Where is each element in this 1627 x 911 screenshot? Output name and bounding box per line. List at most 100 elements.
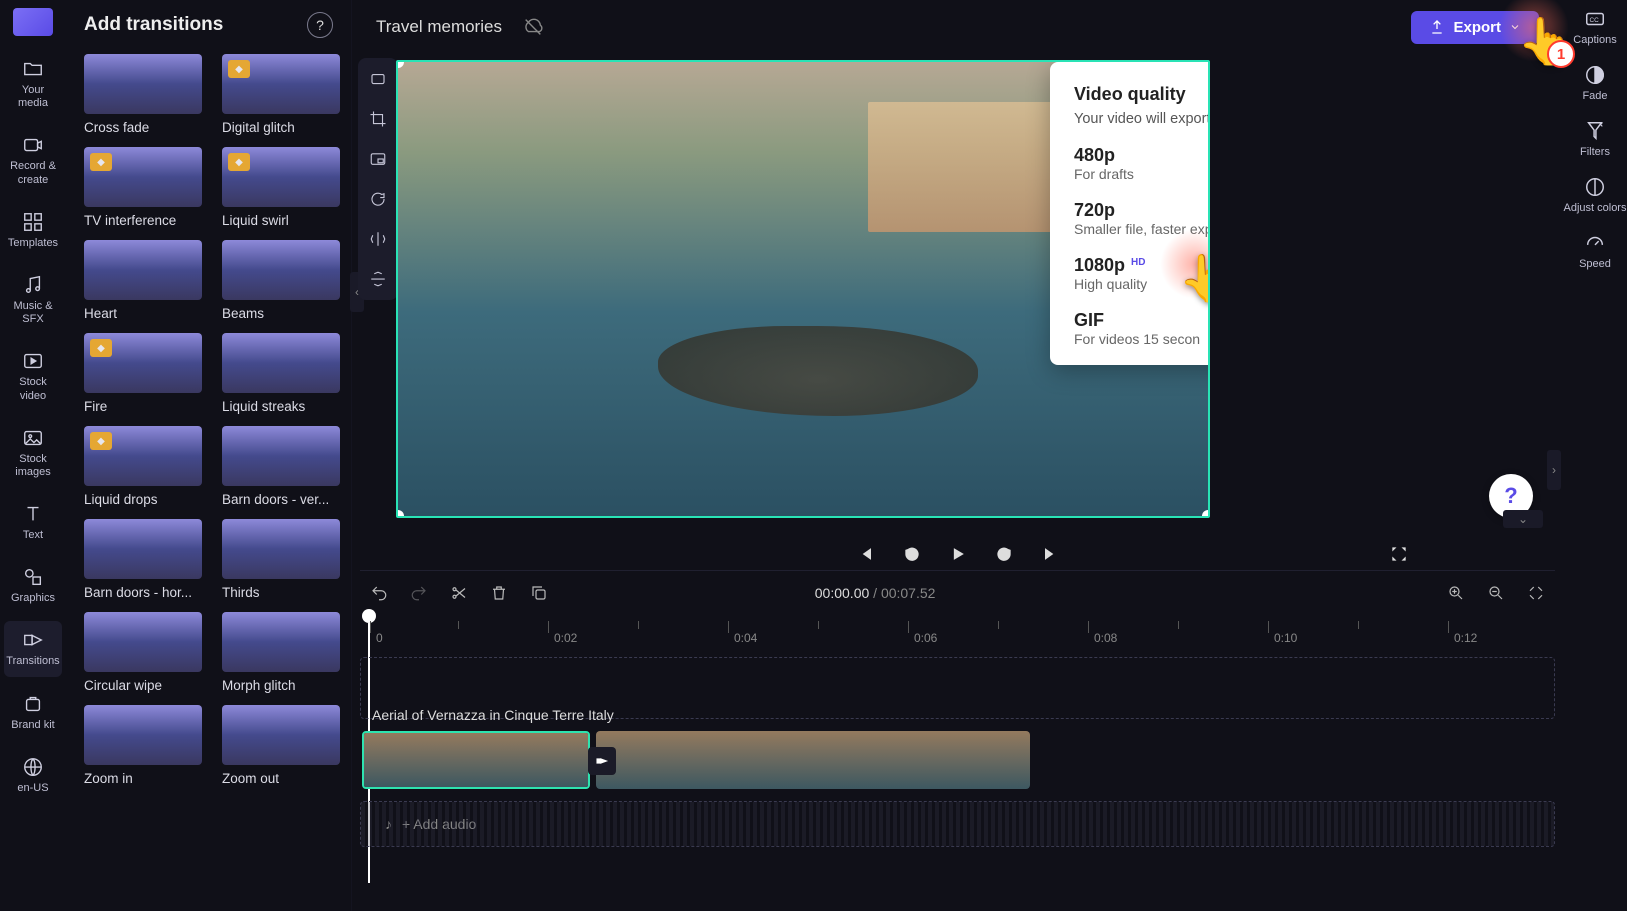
quality-option-1080p[interactable]: 1080pHD High quality 👆 2 bbox=[1074, 255, 1210, 292]
transition-label: Thirds bbox=[222, 585, 340, 600]
playhead[interactable] bbox=[362, 609, 376, 623]
ruler-label: 0:08 bbox=[1094, 631, 1117, 645]
play-icon[interactable] bbox=[948, 544, 968, 564]
transition-item[interactable]: Morph glitch bbox=[222, 612, 340, 693]
rr-adjust-colors[interactable]: Adjust colors bbox=[1564, 176, 1627, 214]
premium-badge-icon: ◆ bbox=[90, 432, 112, 450]
transition-item[interactable]: Zoom out bbox=[222, 705, 340, 786]
rr-filters[interactable]: Filters bbox=[1580, 120, 1610, 158]
rail-templates[interactable]: Templates bbox=[4, 203, 62, 258]
transition-thumb bbox=[222, 426, 340, 486]
rr-speed[interactable]: Speed bbox=[1579, 232, 1611, 270]
audio-track[interactable]: ♪ + Add audio bbox=[360, 801, 1555, 847]
timeline-area: 00:00.00 / 00:07.52 00:020:040:060:080:1… bbox=[352, 571, 1563, 911]
fit-icon[interactable] bbox=[369, 70, 387, 88]
premium-badge-icon: ◆ bbox=[90, 153, 112, 171]
transition-item[interactable]: Barn doors - ver... bbox=[222, 426, 340, 507]
rail-graphics[interactable]: Graphics bbox=[4, 558, 62, 613]
transition-label: Zoom in bbox=[84, 771, 202, 786]
rr-captions[interactable]: CCCaptions bbox=[1573, 8, 1616, 46]
rotate-icon[interactable] bbox=[369, 190, 387, 208]
crop-icon[interactable] bbox=[369, 110, 387, 128]
fullscreen-icon[interactable] bbox=[1389, 544, 1409, 564]
zoom-in-icon[interactable] bbox=[1447, 584, 1465, 602]
quality-heading: 480p bbox=[1074, 145, 1210, 166]
pip-icon[interactable] bbox=[369, 150, 387, 168]
transition-label: Barn doors - ver... bbox=[222, 492, 340, 507]
export-button[interactable]: Export bbox=[1411, 11, 1539, 44]
transition-label: Liquid streaks bbox=[222, 399, 340, 414]
transition-thumb bbox=[222, 612, 340, 672]
transition-item[interactable]: Circular wipe bbox=[84, 612, 202, 693]
app-logo bbox=[13, 8, 53, 36]
quality-option-720p[interactable]: 720p Smaller file, faster export bbox=[1074, 200, 1210, 237]
premium-badge-icon: ◆ bbox=[228, 153, 250, 171]
transition-thumb bbox=[222, 705, 340, 765]
transition-label: TV interference bbox=[84, 213, 202, 228]
transition-item[interactable]: ◆Fire bbox=[84, 333, 202, 414]
rr-fade[interactable]: Fade bbox=[1582, 64, 1607, 102]
transition-item[interactable]: Beams bbox=[222, 240, 340, 321]
transition-thumb: ◆ bbox=[84, 426, 202, 486]
transition-item[interactable]: Liquid streaks bbox=[222, 333, 340, 414]
transition-thumb bbox=[84, 519, 202, 579]
duplicate-icon[interactable] bbox=[530, 584, 548, 602]
delete-icon[interactable] bbox=[490, 584, 508, 602]
undo-icon[interactable] bbox=[370, 584, 388, 602]
split-icon[interactable] bbox=[450, 584, 468, 602]
transition-item[interactable]: Zoom in bbox=[84, 705, 202, 786]
timeline-ruler[interactable]: 00:020:040:060:080:100:12 bbox=[360, 615, 1555, 649]
video-track[interactable]: Aerial of Vernazza in Cinque Terre Italy bbox=[360, 729, 1555, 791]
collapse-panel-right[interactable]: › bbox=[1547, 450, 1561, 490]
skip-start-icon[interactable] bbox=[856, 544, 876, 564]
transition-badge[interactable] bbox=[588, 747, 616, 775]
project-title[interactable]: Travel memories bbox=[376, 17, 502, 37]
rail-label: Music & SFX bbox=[6, 300, 60, 326]
rail-stock-video[interactable]: Stock video bbox=[4, 342, 62, 410]
transition-item[interactable]: ◆ TV interference bbox=[84, 147, 202, 228]
ruler-label: 0 bbox=[376, 631, 383, 645]
zoom-out-icon[interactable] bbox=[1487, 584, 1505, 602]
center-area: Travel memories Export 👆 1 ‹ bbox=[352, 0, 1563, 911]
panel-title: Add transitions bbox=[84, 14, 223, 36]
transition-item[interactable]: Thirds bbox=[222, 519, 340, 600]
rail-label: en-US bbox=[17, 782, 48, 795]
video-clip-selected[interactable] bbox=[362, 731, 590, 789]
transition-item[interactable]: Barn doors - hor... bbox=[84, 519, 202, 600]
rail-text[interactable]: Text bbox=[4, 495, 62, 550]
video-clip[interactable] bbox=[596, 731, 1030, 789]
rail-transitions[interactable]: Transitions bbox=[4, 621, 62, 676]
svg-text:5: 5 bbox=[909, 552, 913, 559]
transition-thumb bbox=[84, 612, 202, 672]
transition-label: Beams bbox=[222, 306, 340, 321]
rewind-5-icon[interactable]: 5 bbox=[902, 544, 922, 564]
rail-label: Brand kit bbox=[11, 719, 54, 732]
collapse-down[interactable]: ⌄ bbox=[1503, 510, 1543, 528]
transition-item[interactable]: Cross fade bbox=[84, 54, 202, 135]
help-icon[interactable]: ? bbox=[307, 12, 333, 38]
transition-thumb: ◆ bbox=[84, 333, 202, 393]
rail-record-create[interactable]: Record & create bbox=[4, 126, 62, 194]
quality-option-480p[interactable]: 480p For drafts bbox=[1074, 145, 1210, 182]
redo-icon[interactable] bbox=[410, 584, 428, 602]
popup-title: Video quality bbox=[1074, 84, 1210, 105]
transition-item[interactable]: ◆Digital glitch bbox=[222, 54, 340, 135]
resize-handle[interactable] bbox=[1202, 510, 1210, 518]
quality-option-gif[interactable]: GIF For videos 15 secon bbox=[1074, 310, 1210, 347]
flip-v-icon[interactable] bbox=[369, 270, 387, 288]
skip-end-icon[interactable] bbox=[1040, 544, 1060, 564]
rail-language[interactable]: en-US bbox=[4, 748, 62, 803]
transition-item[interactable]: ◆Liquid swirl bbox=[222, 147, 340, 228]
transition-item[interactable]: ◆Liquid drops bbox=[84, 426, 202, 507]
rail-label: Record & create bbox=[6, 160, 60, 186]
preview-canvas[interactable]: Video quality Your video will export as … bbox=[396, 60, 1210, 518]
forward-5-icon[interactable]: 5 bbox=[994, 544, 1014, 564]
rail-music-sfx[interactable]: Music & SFX bbox=[4, 266, 62, 334]
export-quality-popup: Video quality Your video will export as … bbox=[1050, 62, 1210, 365]
fit-timeline-icon[interactable] bbox=[1527, 584, 1545, 602]
rail-brand-kit[interactable]: Brand kit bbox=[4, 685, 62, 740]
rail-stock-images[interactable]: Stock images bbox=[4, 419, 62, 487]
flip-h-icon[interactable] bbox=[369, 230, 387, 248]
rail-your-media[interactable]: Your media bbox=[4, 50, 62, 118]
transition-item[interactable]: Heart bbox=[84, 240, 202, 321]
